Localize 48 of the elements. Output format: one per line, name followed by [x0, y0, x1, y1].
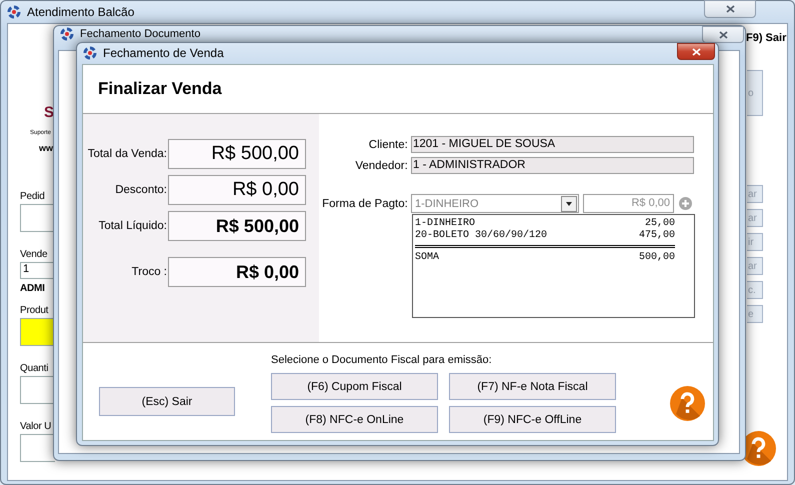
side-button[interactable]: ar [747, 257, 763, 275]
total-value: R$ 500,00 [168, 139, 306, 169]
total-value: R$ 500,00 [168, 211, 306, 241]
side-button[interactable]: ar [747, 185, 763, 203]
window-title: Fechamento de Venda [103, 46, 224, 60]
sum-amount: 500,00 [638, 252, 675, 264]
total-value: R$ 0,00 [168, 257, 306, 287]
field-label: Vendedor: [354, 160, 409, 172]
readonly-field: 1201 - MIGUEL DE SOUSA [411, 136, 694, 153]
site-text: ww [39, 143, 54, 153]
payment-name: 1-DINHEIRO [415, 218, 476, 230]
field-label: Cliente: [368, 138, 409, 150]
sum-label: SOMA [415, 252, 440, 264]
field-label: Pedid [20, 190, 45, 204]
logo-letter: S [44, 104, 54, 122]
side-button[interactable]: o [747, 70, 763, 116]
side-button[interactable]: ir [747, 233, 763, 251]
exit-label: F9) Sair [746, 32, 786, 44]
input-field[interactable]: 1 [20, 262, 55, 279]
window-title: Atendimento Balcão [27, 5, 134, 19]
side-button[interactable]: e [747, 305, 763, 323]
seller-name: ADMI [20, 282, 45, 296]
readonly-field: 1 - ADMINISTRADOR [411, 157, 694, 174]
total-value: R$ 0,00 [168, 175, 306, 205]
dialog-heading: Finalizar Venda [98, 79, 222, 99]
exit-button[interactable]: (Esc) Sair [99, 387, 235, 416]
total-label: Total Líquido: [98, 220, 167, 232]
payment-name: 20-BOLETO 30/60/90/120 [415, 230, 548, 242]
total-label: Desconto: [114, 184, 167, 196]
field-label: Produt [20, 304, 48, 318]
amount-field[interactable]: R$ 0,00 [583, 194, 674, 213]
window-title: Fechamento Documento [80, 28, 200, 40]
side-button[interactable]: c. [747, 281, 763, 299]
side-button[interactable]: ar [747, 209, 763, 227]
payment-amount: 475,00 [638, 230, 675, 242]
fiscal-document-button[interactable]: (F9) NFC-e OffLine [449, 406, 616, 433]
field-label: Vende [20, 248, 48, 262]
payment-select[interactable]: 1-DINHEIRO [411, 194, 579, 213]
fiscal-document-button[interactable]: (F6) Cupom Fiscal [271, 373, 438, 400]
payment-amount: 25,00 [644, 218, 675, 230]
total-label: Troco : [130, 266, 167, 278]
fiscal-document-button[interactable]: (F8) NFC-e OnLine [271, 406, 438, 433]
fiscal-prompt: Selecione o Documento Fiscal para emissão: [271, 354, 493, 366]
field-label: Valor U [20, 420, 52, 434]
total-label: Total da Venda: [86, 148, 167, 160]
field-label: Quanti [20, 362, 48, 376]
field-label: Forma de Pagto: [321, 198, 409, 210]
fiscal-document-button[interactable]: (F7) NF-e Nota Fiscal [449, 373, 616, 400]
